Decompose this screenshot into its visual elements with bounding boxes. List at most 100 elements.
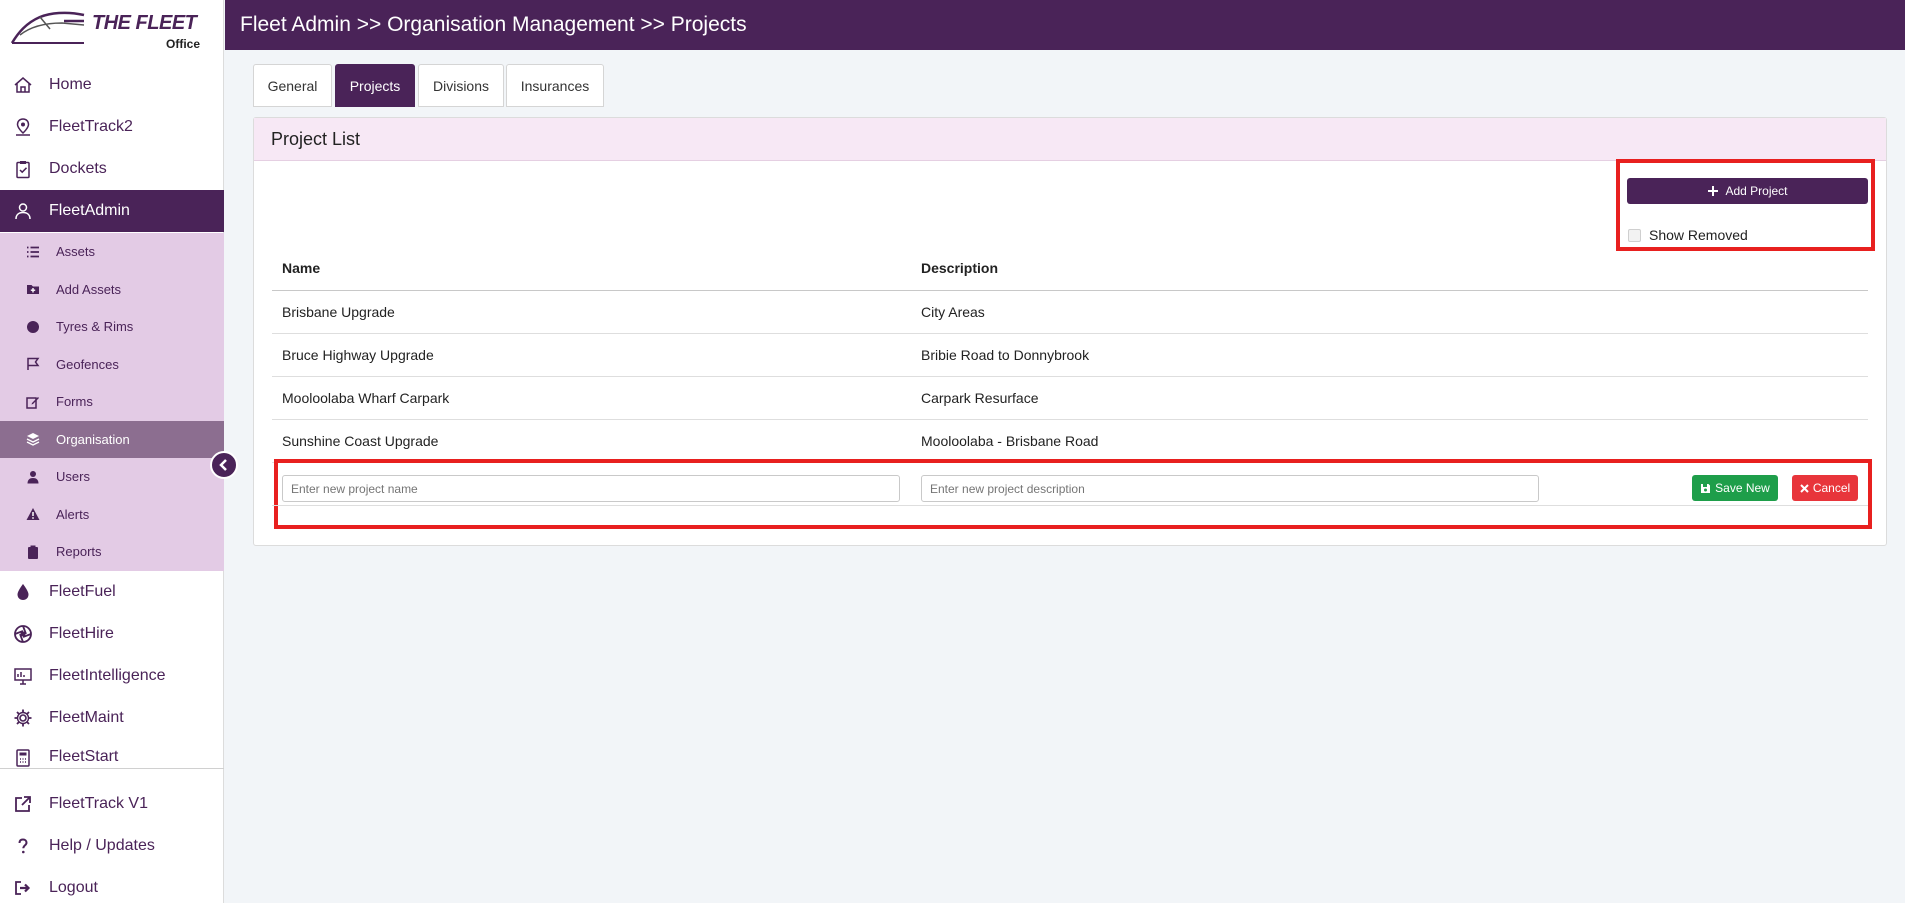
sidebar-subitem-organisation[interactable]: Organisation bbox=[0, 420, 224, 458]
sidebar-item-fleetadmin[interactable]: FleetAdmin bbox=[0, 190, 224, 232]
header-bar: Fleet Admin >> Organisation Management >… bbox=[225, 0, 1905, 50]
new-project-name-input[interactable] bbox=[282, 475, 900, 502]
sidebar-subitem-users[interactable]: Users bbox=[0, 458, 224, 496]
cancel-button[interactable]: Cancel bbox=[1792, 475, 1858, 501]
add-project-button[interactable]: Add Project bbox=[1627, 178, 1868, 204]
sidebar-item-dockets[interactable]: Dockets bbox=[0, 148, 224, 190]
warning-icon bbox=[24, 505, 42, 523]
logo-subtext: Office bbox=[166, 37, 201, 51]
show-removed-checkbox[interactable] bbox=[1628, 228, 1641, 242]
sidebar-item-label: Help / Updates bbox=[49, 837, 155, 854]
sidebar-item-label: FleetTrack V1 bbox=[49, 795, 148, 812]
tab-insurances[interactable]: Insurances bbox=[506, 64, 604, 107]
fuel-drop-icon bbox=[12, 581, 34, 603]
row-divider bbox=[272, 376, 1868, 377]
sidebar-subitem-reports[interactable]: Reports bbox=[0, 533, 224, 571]
row-name-cell: Bruce Highway Upgrade bbox=[282, 347, 434, 363]
row-description-cell: Mooloolaba - Brisbane Road bbox=[921, 433, 1099, 449]
sidebar: THE FLEET Office Home FleetTrack2 Docket… bbox=[0, 0, 224, 903]
row-description-cell: Bribie Road to Donnybrook bbox=[921, 347, 1090, 363]
sidebar-subitem-add-assets[interactable]: Add Assets bbox=[0, 270, 224, 308]
column-header-name[interactable]: Name bbox=[282, 260, 320, 276]
row-name-cell: Sunshine Coast Upgrade bbox=[282, 433, 439, 449]
row-name-cell: Mooloolaba Wharf Carpark bbox=[282, 390, 450, 406]
external-link-icon bbox=[12, 793, 34, 815]
panel-title: Project List bbox=[271, 129, 361, 149]
sidebar-item-home[interactable]: Home bbox=[0, 64, 224, 106]
table-header-divider bbox=[272, 290, 1868, 291]
row-name-cell: Brisbane Upgrade bbox=[282, 304, 395, 320]
circle-icon bbox=[24, 318, 42, 336]
sidebar-item-label: FleetStart bbox=[49, 748, 119, 765]
tab-projects[interactable]: Projects bbox=[335, 64, 415, 107]
edit-icon bbox=[24, 393, 42, 411]
show-removed-label: Show Removed bbox=[1649, 227, 1748, 243]
logo[interactable]: THE FLEET Office bbox=[10, 5, 208, 51]
clipboard-icon bbox=[24, 543, 42, 561]
sidebar-subitem-label: Tyres & Rims bbox=[56, 319, 134, 335]
sidebar-subitem-alerts[interactable]: Alerts bbox=[0, 495, 224, 533]
sidebar-item-label: FleetMaint bbox=[49, 709, 124, 726]
clipboard-check-icon bbox=[12, 158, 34, 180]
map-pin-icon bbox=[12, 116, 34, 138]
tab-general[interactable]: General bbox=[253, 64, 332, 107]
show-removed-toggle[interactable]: Show Removed bbox=[1628, 227, 1748, 243]
row-divider bbox=[272, 505, 1868, 506]
sidebar-item-fleetintelligence[interactable]: FleetIntelligence bbox=[0, 655, 224, 697]
sidebar-item-label: FleetTrack2 bbox=[49, 118, 133, 135]
new-project-description-input[interactable] bbox=[921, 475, 1539, 502]
calculator-icon bbox=[12, 747, 34, 767]
tab-divisions[interactable]: Divisions bbox=[418, 64, 504, 107]
sidebar-item-fleetfuel[interactable]: FleetFuel bbox=[0, 571, 224, 613]
sidebar-item-fleettrack2[interactable]: FleetTrack2 bbox=[0, 106, 224, 148]
sidebar-item-label: Logout bbox=[49, 879, 98, 896]
home-icon bbox=[12, 74, 34, 96]
project-list-panel: Project List Add Project Show Removed Na… bbox=[253, 117, 1887, 546]
sidebar-collapse-button[interactable] bbox=[210, 451, 238, 479]
sidebar-item-fleetstart[interactable]: FleetStart bbox=[0, 739, 224, 767]
panel-header: Project List bbox=[254, 118, 1886, 161]
row-description-cell: City Areas bbox=[921, 304, 985, 320]
sidebar-item-fleetmaint[interactable]: FleetMaint bbox=[0, 697, 224, 739]
user-icon bbox=[24, 468, 42, 486]
flag-icon bbox=[24, 355, 42, 373]
sidebar-item-fleettrack-v1[interactable]: FleetTrack V1 bbox=[0, 783, 224, 825]
cancel-label: Cancel bbox=[1812, 481, 1851, 495]
sidebar-divider bbox=[0, 768, 224, 769]
plus-icon bbox=[1708, 186, 1719, 196]
question-icon bbox=[12, 835, 34, 857]
sidebar-item-label: Home bbox=[49, 76, 92, 93]
sidebar-subitem-geofences[interactable]: Geofences bbox=[0, 345, 224, 383]
sidebar-item-logout[interactable]: Logout bbox=[0, 867, 224, 903]
presentation-icon bbox=[12, 665, 34, 687]
sidebar-subitem-label: Users bbox=[56, 469, 90, 485]
save-icon bbox=[1701, 483, 1711, 493]
sidebar-item-fleethire[interactable]: FleetHire bbox=[0, 613, 224, 655]
logout-icon bbox=[12, 877, 34, 899]
chevron-left-icon bbox=[219, 459, 227, 471]
sidebar-subitem-label: Forms bbox=[56, 394, 93, 410]
row-divider bbox=[272, 419, 1868, 420]
sidebar-item-label: FleetFuel bbox=[49, 583, 116, 600]
folder-plus-icon bbox=[24, 280, 42, 298]
breadcrumb: Fleet Admin >> Organisation Management >… bbox=[240, 13, 747, 36]
save-new-button[interactable]: Save New bbox=[1692, 475, 1778, 501]
row-description-cell: Carpark Resurface bbox=[921, 390, 1039, 406]
sidebar-subitem-label: Geofences bbox=[56, 356, 119, 372]
sidebar-item-help-updates[interactable]: Help / Updates bbox=[0, 825, 224, 867]
close-icon bbox=[1800, 483, 1809, 493]
sidebar-subitem-label: Assets bbox=[56, 244, 96, 260]
cog-icon bbox=[12, 707, 34, 729]
logo-text: THE FLEET bbox=[92, 12, 197, 34]
sidebar-item-label: Dockets bbox=[49, 160, 107, 177]
sidebar-subitem-forms[interactable]: Forms bbox=[0, 383, 224, 421]
sidebar-subitem-tyres-rims[interactable]: Tyres & Rims bbox=[0, 308, 224, 346]
aperture-icon bbox=[12, 623, 34, 645]
list-icon bbox=[24, 243, 42, 261]
sidebar-item-label: FleetHire bbox=[49, 625, 114, 642]
sidebar-subitem-label: Alerts bbox=[56, 506, 90, 522]
sidebar-subitem-assets[interactable]: Assets bbox=[0, 233, 224, 271]
column-header-description[interactable]: Description bbox=[921, 260, 998, 276]
user-admin-icon bbox=[12, 200, 34, 222]
sidebar-item-label: FleetAdmin bbox=[49, 202, 130, 219]
